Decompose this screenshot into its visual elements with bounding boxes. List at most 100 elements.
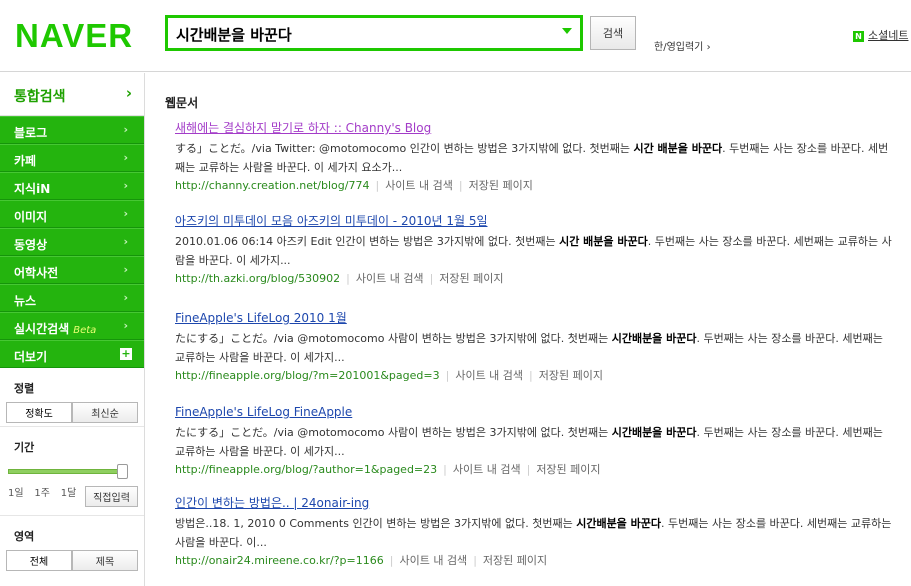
chevron-right-icon: ›: [123, 123, 128, 136]
result-url[interactable]: http://fineapple.org/blog/?m=201001&page…: [175, 369, 440, 382]
ime-link-label: 한/영입력기: [654, 42, 704, 53]
search-result: 인간이 변하는 방법은.. | 24onair-ing 방법은..18. 1, …: [175, 496, 895, 568]
nav-label: 카페: [14, 154, 37, 168]
cached-page-link[interactable]: 저장된 페이지: [483, 554, 547, 567]
divider: |: [443, 463, 447, 476]
sidebar-item-blog[interactable]: 블로그 ›: [0, 116, 144, 144]
sort-filter: 정렬 정확도 최신순: [0, 368, 144, 427]
results-area: 웹문서 새해에는 결심하지 말기로 하자 :: Channy's Blog する…: [145, 73, 911, 586]
result-snippet: 방법은..18. 1, 2010 0 Comments 인간이 변하는 방법은 …: [175, 517, 892, 549]
nav-label: 이미지: [14, 210, 48, 224]
nav-label: 뉴스: [14, 294, 37, 308]
sidebar-item-dictionary[interactable]: 어학사전 ›: [0, 256, 144, 284]
divider: |: [473, 554, 477, 567]
result-meta: http://channy.creation.net/blog/774 | 사이트 …: [175, 178, 895, 193]
divider: |: [529, 369, 533, 382]
result-title-link[interactable]: 새해에는 결심하지 말기로 하자 :: Channy's Blog: [175, 121, 895, 136]
ime-toggle-link[interactable]: 한/영입력기 ›: [654, 38, 711, 53]
result-meta: http://onair24.mireene.co.kr/?p=1166 | 사이트…: [175, 553, 895, 568]
sidebar-item-cafe[interactable]: 카페 ›: [0, 144, 144, 172]
cached-page-link[interactable]: 저장된 페이지: [536, 463, 600, 476]
chevron-right-icon: ›: [123, 235, 128, 248]
nav-label: 블로그: [14, 126, 48, 140]
site-search-link[interactable]: 사이트 내 검색: [455, 369, 523, 382]
chevron-right-icon: ›: [123, 179, 128, 192]
sort-title: 정렬: [14, 382, 35, 395]
cached-page-link[interactable]: 저장된 페이지: [539, 369, 603, 382]
result-title-link[interactable]: FineApple's LifeLog 2010 1월: [175, 311, 895, 326]
sort-accuracy-button[interactable]: 정확도: [6, 402, 72, 423]
result-snippet: 2010.01.06 06:14 아즈키 Edit 인간이 변하는 방법은 3가…: [175, 235, 892, 267]
search-button[interactable]: 검색: [590, 16, 636, 50]
period-filter: 기간 1일 1주 1달 1년 전체 직접입력: [0, 427, 144, 516]
search-result: FineApple's LifeLog 2010 1월 たにする」ことだ。/vi…: [175, 311, 895, 383]
chevron-right-icon: ›: [706, 42, 711, 53]
site-search-link[interactable]: 사이트 내 검색: [399, 554, 467, 567]
period-slider-track: [8, 469, 122, 474]
chevron-right-icon: ›: [123, 207, 128, 220]
chevron-right-icon: ›: [123, 319, 128, 332]
scope-filter: 영역 전체 제목: [0, 516, 144, 586]
beta-badge: Beta: [73, 325, 97, 336]
cached-page-link[interactable]: 저장된 페이지: [439, 272, 503, 285]
divider: |: [389, 554, 394, 567]
sidebar-item-image[interactable]: 이미지 ›: [0, 200, 144, 228]
nav-label: 동영상: [14, 238, 48, 252]
divider: |: [346, 272, 350, 285]
result-url[interactable]: http://channy.creation.net/blog/774: [175, 179, 369, 192]
result-snippet: たにする」ことだ。/via @motomocomo 사람이 변하는 방법은 3가…: [175, 426, 883, 458]
social-network-link[interactable]: N 소셜네트: [853, 27, 908, 43]
result-title-link[interactable]: FineApple's LifeLog FineApple: [175, 405, 895, 420]
section-title: 웹문서: [165, 96, 199, 110]
sidebar-item-realtime[interactable]: 실시간검색 Beta ›: [0, 312, 144, 340]
sort-latest-button[interactable]: 최신순: [72, 402, 138, 423]
naver-n-icon: N: [853, 31, 864, 42]
site-search-link[interactable]: 사이트 내 검색: [385, 179, 453, 192]
period-tick[interactable]: 1달: [61, 484, 77, 499]
result-url[interactable]: http://onair24.mireene.co.kr/?p=1166: [175, 554, 384, 567]
nav-label: 더보기: [14, 350, 48, 364]
period-slider[interactable]: [8, 464, 136, 479]
search-result: 아즈키의 미투데이 모음 아즈키의 미투데이 - 2010년 1월 5일 201…: [175, 214, 895, 286]
period-tick[interactable]: 1주: [34, 484, 50, 499]
naver-logo[interactable]: NAVER: [15, 17, 133, 55]
divider: |: [375, 179, 380, 192]
chevron-right-icon: ›: [123, 263, 128, 276]
search-result: 새해에는 결심하지 말기로 하자 :: Channy's Blog する」ことだ…: [175, 121, 895, 193]
result-title-link[interactable]: 아즈키의 미투데이 모음 아즈키의 미투데이 - 2010년 1월 5일: [175, 214, 895, 229]
chevron-right-icon: ›: [123, 291, 128, 304]
social-link-label: 소셜네트: [868, 29, 909, 42]
site-search-link[interactable]: 사이트 내 검색: [356, 272, 424, 285]
sidebar-item-more[interactable]: 더보기 +: [0, 340, 144, 368]
scope-all-button[interactable]: 전체: [6, 550, 72, 571]
scope-title: 영역: [14, 530, 35, 543]
result-url[interactable]: http://th.azki.org/blog/530902: [175, 272, 340, 285]
search-box: [165, 15, 583, 51]
chevron-right-icon: ›: [123, 151, 128, 164]
sidebar-total-search[interactable]: 통합검색 ›: [0, 73, 144, 116]
result-meta: http://th.azki.org/blog/530902 | 사이트 내 검색 |…: [175, 271, 895, 286]
divider: |: [526, 463, 531, 476]
site-search-link[interactable]: 사이트 내 검색: [453, 463, 521, 476]
result-url[interactable]: http://fineapple.org/blog/?author=1&page…: [175, 463, 437, 476]
search-input[interactable]: [176, 23, 546, 45]
total-search-label: 통합검색: [14, 89, 66, 105]
header: NAVER 검색 한/영입력기 › N 소셜네트: [0, 0, 911, 72]
divider: |: [429, 272, 434, 285]
divider: |: [458, 179, 463, 192]
sidebar-item-kin[interactable]: 지식iN ›: [0, 172, 144, 200]
divider: |: [445, 369, 450, 382]
period-tick[interactable]: 1일: [8, 484, 24, 499]
sidebar: 통합검색 › 블로그 › 카페 › 지식iN › 이미지 › 동영상 › 어학사전 › 뉴스…: [0, 73, 145, 586]
chevron-down-icon[interactable]: [562, 28, 572, 34]
search-result: FineApple's LifeLog FineApple たにする」ことだ。/…: [175, 405, 895, 477]
cached-page-link[interactable]: 저장된 페이지: [469, 179, 533, 192]
period-slider-handle[interactable]: [117, 464, 128, 479]
nav-label: 지식iN: [14, 182, 51, 196]
result-snippet: たにする」ことだ。/via @motomocomo 사람이 변하는 방법은 3가…: [175, 332, 883, 364]
sidebar-item-video[interactable]: 동영상 ›: [0, 228, 144, 256]
custom-date-button[interactable]: 직접입력: [85, 486, 138, 507]
sidebar-item-news[interactable]: 뉴스 ›: [0, 284, 144, 312]
scope-title-button[interactable]: 제목: [72, 550, 138, 571]
result-title-link[interactable]: 인간이 변하는 방법은.. | 24onair-ing: [175, 496, 895, 511]
